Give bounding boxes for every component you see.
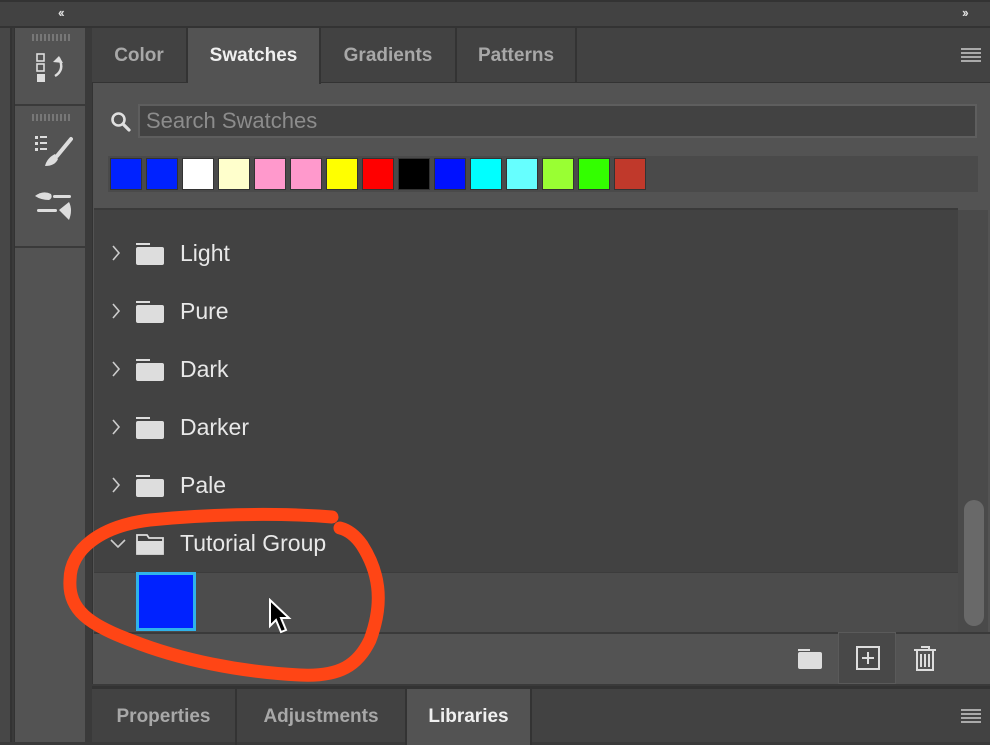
dock-grip-handle[interactable]: [32, 114, 72, 121]
swatch-group-dark[interactable]: Dark: [94, 340, 958, 398]
search-icon: [110, 111, 132, 133]
dock-separator: [15, 246, 89, 248]
swatch-group-light[interactable]: Light: [94, 224, 958, 282]
mouse-cursor-icon: [269, 598, 292, 634]
swatch-group-tutorial[interactable]: Tutorial Group: [94, 514, 958, 572]
history-icon[interactable]: [33, 52, 73, 86]
dock-grip-handle[interactable]: [32, 34, 72, 41]
search-swatches-input[interactable]: [138, 104, 977, 138]
new-group-button[interactable]: [795, 643, 825, 673]
chevron-right-icon[interactable]: [108, 475, 124, 495]
recent-swatch[interactable]: [182, 158, 214, 190]
swatch-groups-list: Light Pure Dark Darker Pale Tutorial Gro…: [94, 208, 958, 632]
folder-icon: [136, 475, 164, 497]
scrollbar-thumb[interactable]: [964, 500, 984, 626]
recent-swatch[interactable]: [146, 158, 178, 190]
folder-icon: [798, 649, 822, 669]
group-label: Pure: [180, 298, 229, 324]
expand-panels-button[interactable]: ››: [962, 5, 969, 20]
recent-swatch[interactable]: [578, 158, 610, 190]
left-edge-strip: [0, 0, 12, 742]
panel-menu-icon[interactable]: [961, 48, 981, 62]
chevron-right-icon[interactable]: [108, 417, 124, 437]
trash-icon: [914, 646, 936, 671]
recent-swatch[interactable]: [362, 158, 394, 190]
group-label: Dark: [180, 356, 229, 382]
open-folder-icon: [136, 534, 164, 555]
tab-swatches[interactable]: Swatches: [188, 28, 321, 84]
recent-swatch[interactable]: [398, 158, 430, 190]
chevron-right-icon[interactable]: [108, 243, 124, 263]
panel-menu-icon[interactable]: [961, 709, 981, 723]
folder-icon: [136, 359, 164, 381]
folder-icon: [136, 243, 164, 265]
brush-sliders-icon[interactable]: [33, 190, 73, 224]
collapse-panels-button[interactable]: ‹‹: [58, 5, 65, 20]
tab-color[interactable]: Color: [92, 28, 188, 83]
tab-gradients[interactable]: Gradients: [321, 28, 457, 83]
recent-swatch[interactable]: [434, 158, 466, 190]
tab-libraries[interactable]: Libraries: [407, 689, 532, 745]
tutorial-group-swatches: [94, 572, 958, 632]
panel-header-bar: [0, 0, 990, 28]
panel-tab-bar: Color Swatches Gradients Patterns: [92, 28, 990, 84]
group-label: Light: [180, 240, 230, 266]
recent-swatch[interactable]: [254, 158, 286, 190]
recent-swatch[interactable]: [470, 158, 502, 190]
swatch-group-pale[interactable]: Pale: [94, 456, 958, 514]
recent-swatch[interactable]: [326, 158, 358, 190]
brush-icon[interactable]: [33, 134, 73, 168]
recent-swatch[interactable]: [506, 158, 538, 190]
plus-square-icon: [856, 646, 880, 670]
recent-swatch[interactable]: [290, 158, 322, 190]
recent-swatch[interactable]: [614, 158, 646, 190]
swatch-group-pure[interactable]: Pure: [94, 282, 958, 340]
group-label: Pale: [180, 472, 227, 498]
panel-dock: [14, 28, 89, 742]
dock-separator: [15, 104, 89, 106]
recent-swatches-row: [108, 156, 978, 192]
folder-icon: [136, 301, 164, 323]
swatch-selected[interactable]: [136, 572, 196, 631]
group-label: Darker: [180, 414, 250, 440]
tab-properties[interactable]: Properties: [92, 689, 237, 745]
chevron-right-icon[interactable]: [108, 359, 124, 379]
chevron-right-icon[interactable]: [108, 301, 124, 321]
recent-swatch[interactable]: [542, 158, 574, 190]
new-swatch-button[interactable]: [838, 632, 896, 684]
tab-patterns[interactable]: Patterns: [457, 28, 577, 83]
recent-swatch[interactable]: [218, 158, 250, 190]
folder-icon: [136, 417, 164, 439]
swatch-group-darker[interactable]: Darker: [94, 398, 958, 456]
bottom-tab-bar: Properties Adjustments Libraries: [92, 686, 990, 745]
delete-swatch-button[interactable]: [910, 643, 940, 673]
tab-adjustments[interactable]: Adjustments: [237, 689, 407, 745]
recent-swatch[interactable]: [110, 158, 142, 190]
chevron-down-icon[interactable]: [106, 533, 126, 553]
group-label: Tutorial Group: [180, 530, 327, 556]
